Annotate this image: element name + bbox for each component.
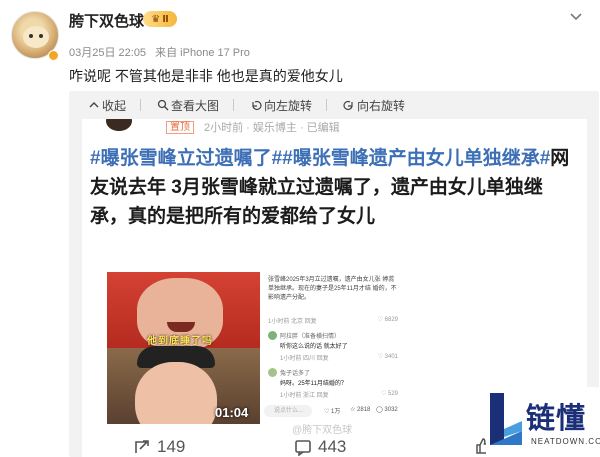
- image-source-fragment: 2小时前 · 娱乐博主 · 已编辑: [204, 122, 340, 134]
- repost-button[interactable]: 149: [133, 437, 185, 457]
- logo-subtext: NEATDOWN.COM: [531, 437, 600, 446]
- footer-favorites: ☆ 2818: [350, 407, 371, 413]
- pinned-tag: 置顶: [166, 121, 194, 134]
- comment-avatar: [268, 331, 277, 340]
- comment-meta: 1小时前 四川 回复: [280, 356, 329, 362]
- footer-comments: ◯ 3032: [376, 407, 398, 413]
- post-timestamp[interactable]: 03月25日 22:05: [69, 47, 146, 59]
- comment-icon: [295, 440, 311, 456]
- video-thumbnail: 他到底睡了吗 01:04: [107, 272, 260, 424]
- comment-text: 听你这么说的话 就太好了: [280, 344, 348, 350]
- comment-count: 443: [318, 437, 347, 456]
- search-icon: [157, 99, 169, 111]
- likes-count: 3401: [384, 354, 398, 360]
- video-caption: 他到底睡了吗: [147, 336, 213, 347]
- toolbar-divider: [326, 99, 328, 111]
- hashtag-topic: #曝张雪峰立过遗嘱了#: [90, 148, 283, 169]
- image-top-fragment: 置顶 2小时前 · 娱乐博主 · 已编辑: [82, 119, 587, 137]
- rotate-right-icon: [343, 100, 353, 111]
- post-source: 来自 iPhone 17 Pro: [155, 47, 250, 59]
- lead-comment-meta: 1小时前 北京 回复 ♡ 6829: [268, 316, 398, 325]
- comment-avatar: [268, 368, 277, 377]
- username[interactable]: 胯下双色球: [69, 10, 144, 31]
- avatar-eye-right: [39, 34, 43, 38]
- collapse-button[interactable]: 收起: [88, 97, 126, 114]
- comment-item: 阿拉胖（准备横扫情） 听你这么说的话 就太好了 1小时前 四川 回复 ♡ 340…: [268, 331, 398, 365]
- comment-text: 妈呀。25年11月结婚的？: [280, 381, 347, 387]
- comment-author: 兔子话多了: [280, 371, 311, 377]
- cat-face-illustration: [23, 26, 49, 48]
- toolbar-divider: [140, 99, 142, 111]
- mouth: [167, 322, 195, 332]
- collapse-icon: [89, 102, 99, 108]
- comment-meta-text: 1小时前 北京 回复: [268, 319, 317, 325]
- comment-author: 阿拉胖（准备横扫情）: [280, 334, 341, 340]
- verified-badge-icon: [48, 50, 59, 61]
- post-header: 胯下双色球 ♛ Ⅱ 03月25日 22:05 来自 iPhone 17 Pro: [0, 0, 600, 62]
- comment-item: 兔子话多了 妈呀。25年11月结婚的？ 1小时前 浙江 回复 ♡ 529: [268, 368, 398, 402]
- comment-button[interactable]: 443: [294, 437, 346, 457]
- likes-count: 529: [387, 391, 398, 397]
- image-watermark: @胯下双色球: [292, 425, 353, 436]
- crown-icon: ♛: [151, 13, 161, 25]
- site-logo: 链懂 NEATDOWN.COM: [486, 387, 600, 457]
- post-text: 咋说呢 不管其他是非非 他也是真的爱他女儿: [69, 68, 343, 84]
- vip-badge[interactable]: ♛ Ⅱ: [143, 11, 177, 27]
- person-face: [135, 362, 217, 424]
- hashtag-topic: #曝张雪峰遗产由女儿单独继承#: [282, 148, 551, 169]
- rotate-right-label: 向右旋转: [357, 98, 406, 113]
- comment-likes: ♡ 6829: [377, 317, 398, 323]
- vip-level: Ⅱ: [162, 13, 169, 25]
- logo-mark-icon: [490, 393, 522, 445]
- rotate-left-label: 向左旋转: [264, 98, 313, 113]
- lead-comment-text: 张雪峰2025年3月立过遗嘱，遗产由女儿张 婷蕊单独继承。现在的妻子是25年11…: [268, 277, 397, 301]
- comment-likes: ♡ 3401: [377, 354, 398, 360]
- comment-likes: ♡ 529: [380, 391, 398, 397]
- footer-likes-count: 1万: [331, 409, 341, 415]
- toolbar-divider: [233, 99, 235, 111]
- avatar-eye-left: [29, 34, 33, 38]
- likes-count: 6829: [384, 317, 398, 323]
- post-meta: 03月25日 22:05 来自 iPhone 17 Pro: [69, 44, 250, 60]
- image-headline: #曝张雪峰立过遗嘱了##曝张雪峰遗产由女儿单独继承#网友说去年 3月张雪峰就立过…: [90, 144, 580, 231]
- video-duration: 01:04: [215, 405, 249, 420]
- view-large-button[interactable]: 查看大图: [157, 97, 219, 114]
- footer-likes: ♡ 1万: [324, 409, 341, 415]
- image-avatar-fragment: [106, 119, 132, 131]
- collapse-label: 收起: [102, 98, 127, 113]
- rotate-left-button[interactable]: 向左旋转: [250, 97, 312, 114]
- repost-icon: [135, 440, 149, 453]
- view-large-label: 查看大图: [171, 98, 220, 113]
- comment-input: 说点什么...: [264, 405, 312, 417]
- footer-favorites-count: 2818: [357, 407, 371, 413]
- comment-meta: 1小时前 浙江 回复: [280, 393, 329, 399]
- rotate-right-button[interactable]: 向右旋转: [343, 97, 405, 114]
- rotate-left-icon: [252, 100, 262, 111]
- footer-comments-count: 3032: [384, 407, 398, 413]
- logo-text: 链懂: [526, 403, 587, 435]
- comment-panel: 张雪峰2025年3月立过遗嘱，遗产由女儿张 婷蕊单独继承。现在的妻子是25年11…: [260, 272, 402, 424]
- viewer-toolbar: 收起 查看大图 向左旋转 向右旋转: [69, 91, 407, 119]
- repost-count: 149: [157, 437, 186, 456]
- chevron-down-icon[interactable]: [568, 8, 584, 24]
